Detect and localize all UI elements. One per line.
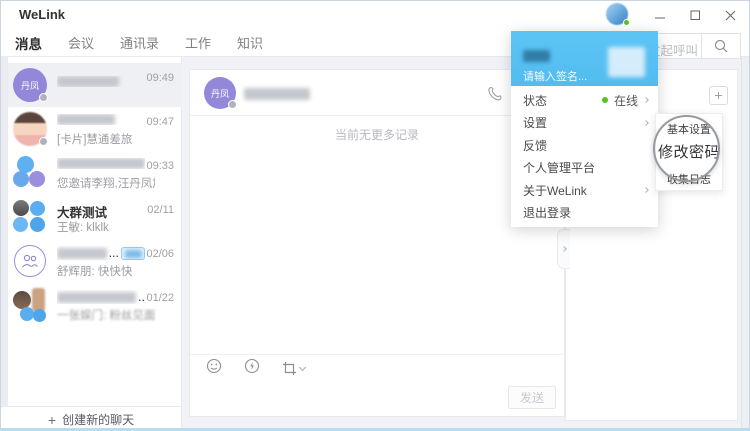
composer-toolbar xyxy=(190,354,564,382)
chat-list-item-4[interactable]: 大群测试 王敏: klklk 02/11 xyxy=(8,195,182,239)
chat-time: 09:47 xyxy=(146,116,174,128)
quick-action-button[interactable] xyxy=(244,358,260,379)
screenshot-crop-icon xyxy=(282,361,297,376)
send-button[interactable]: 发送 xyxy=(508,386,556,409)
plus-icon: + xyxy=(48,412,56,428)
magnifier-highlight-circle xyxy=(653,115,720,182)
message-history: 当前无更多记录 xyxy=(190,116,564,354)
offline-status-dot xyxy=(228,100,237,109)
chat-list-sidebar: 丹凤 09:49 [卡片]慧通差旅 09:47 xyxy=(1,57,182,406)
online-status-dot xyxy=(623,19,630,26)
panel-collapse-handle[interactable] xyxy=(557,229,570,269)
chat-list-item-6[interactable]: .. 一张娱门: 粉丝见面会... 01/22 xyxy=(8,283,182,327)
profile-dropdown-menu: 请输入签名... 状态 在线 设置 反馈 个人管理平台 xyxy=(511,31,658,227)
menu-item-status[interactable]: 状态 在线 xyxy=(511,89,658,112)
avatar-two-person-outline xyxy=(13,244,47,278)
avatar-group-cluster xyxy=(13,156,47,190)
avatar-group-cluster xyxy=(13,200,47,234)
search-icon xyxy=(714,39,728,53)
chevron-right-icon xyxy=(561,246,567,252)
voice-call-button[interactable] xyxy=(486,86,502,107)
profile-name-redacted xyxy=(523,50,550,62)
screenshot-button[interactable] xyxy=(282,361,305,376)
two-person-icon xyxy=(20,254,40,268)
chat-last-message: 一张娱门: 粉丝见面会... xyxy=(57,307,155,323)
status-value: 在线 xyxy=(614,92,638,109)
signature-input[interactable]: 请输入签名... xyxy=(523,68,587,84)
chevron-right-icon xyxy=(643,187,649,193)
create-new-chat-button[interactable]: + 创建新的聊天 xyxy=(1,406,182,431)
add-member-button[interactable]: + xyxy=(709,86,728,105)
menu-item-admin-platform[interactable]: 个人管理平台 xyxy=(511,157,658,180)
profile-avatar-redacted xyxy=(608,47,645,77)
chat-header: 丹凤 xyxy=(190,70,564,116)
chat-last-message: [卡片]慧通差旅 xyxy=(57,131,155,147)
profile-menu-list: 状态 在线 设置 反馈 个人管理平台 关于WeLink xyxy=(511,89,658,224)
chat-name-redacted xyxy=(57,158,145,169)
tab-work[interactable]: 工作 xyxy=(185,33,211,52)
chat-last-message: 您邀请李翔,汪丹凤加入... xyxy=(57,175,155,191)
welink-window: WeLink 消息 会议 通讯录 工作 知识 发起 xyxy=(0,0,750,431)
chat-list-item-2[interactable]: [卡片]慧通差旅 09:47 xyxy=(8,107,182,151)
chat-list: 丹凤 09:49 [卡片]慧通差旅 09:47 xyxy=(8,63,182,327)
create-new-chat-label: 创建新的聊天 xyxy=(62,411,134,428)
chat-name-redacted xyxy=(57,76,145,87)
chat-name-redacted: .. xyxy=(57,290,145,304)
sidebar-scroll-strip[interactable] xyxy=(1,57,8,406)
online-dot-icon xyxy=(602,97,608,103)
menu-item-logout[interactable]: 退出登录 xyxy=(511,202,658,225)
tab-messages[interactable]: 消息 xyxy=(15,33,42,53)
chat-list-item-3[interactable]: 您邀请李翔,汪丹凤加入... 09:33 xyxy=(8,151,182,195)
flash-circle-icon xyxy=(244,358,260,374)
minimize-button[interactable] xyxy=(647,4,673,26)
chevron-down-icon xyxy=(299,364,306,371)
chat-name-redacted xyxy=(57,114,145,125)
chevron-right-icon xyxy=(643,120,649,126)
close-icon xyxy=(725,10,736,21)
menu-item-feedback[interactable]: 反馈 xyxy=(511,134,658,157)
chat-name-redacted: ... xyxy=(57,246,145,260)
chat-list-item-1[interactable]: 丹凤 09:49 xyxy=(8,63,182,107)
chat-time: 02/11 xyxy=(147,204,174,216)
chevron-right-icon xyxy=(643,97,649,103)
tab-meetings[interactable]: 会议 xyxy=(68,33,94,52)
emoji-icon xyxy=(206,358,222,374)
menu-item-about[interactable]: 关于WeLink xyxy=(511,179,658,202)
chat-last-message: 王敏: klklk xyxy=(57,219,155,235)
profile-card: 请输入签名... xyxy=(511,31,658,86)
tab-contacts[interactable]: 通讯录 xyxy=(120,33,159,52)
maximize-icon xyxy=(690,10,701,21)
avatar-photo-cluster xyxy=(13,288,47,322)
offline-status-dot xyxy=(39,93,48,102)
peer-avatar[interactable]: 丹凤 xyxy=(204,77,236,109)
chat-time: 09:49 xyxy=(146,72,174,84)
close-button[interactable] xyxy=(717,4,743,26)
window-scroll-strip[interactable] xyxy=(741,57,750,429)
chat-panel: 丹凤 当前无更多记录 xyxy=(189,69,565,417)
tab-knowledge[interactable]: 知识 xyxy=(237,33,263,52)
avatar-danfeng: 丹凤 xyxy=(13,68,47,102)
menu-item-settings[interactable]: 设置 xyxy=(511,112,658,135)
chat-time: 09:33 xyxy=(146,160,174,172)
peer-name-redacted xyxy=(244,87,310,105)
user-avatar[interactable] xyxy=(606,3,630,27)
app-title: WeLink xyxy=(19,7,65,22)
titlebar: WeLink xyxy=(1,1,749,29)
search-button[interactable] xyxy=(701,34,740,58)
chat-last-message: 舒辉朋: 快快快 xyxy=(57,263,155,279)
chat-list-item-5[interactable]: ... 舒辉朋: 快快快 02/06 xyxy=(8,239,182,283)
minimize-icon xyxy=(655,10,666,21)
offline-status-dot xyxy=(39,137,48,146)
avatar-girl xyxy=(13,112,47,146)
maximize-button[interactable] xyxy=(682,4,708,26)
no-more-records-hint: 当前无更多记录 xyxy=(190,126,564,143)
emoji-button[interactable] xyxy=(206,358,222,379)
external-badge xyxy=(121,247,145,260)
chat-time: 02/06 xyxy=(146,248,174,260)
chat-time: 01/22 xyxy=(146,292,174,304)
phone-icon xyxy=(486,86,502,102)
